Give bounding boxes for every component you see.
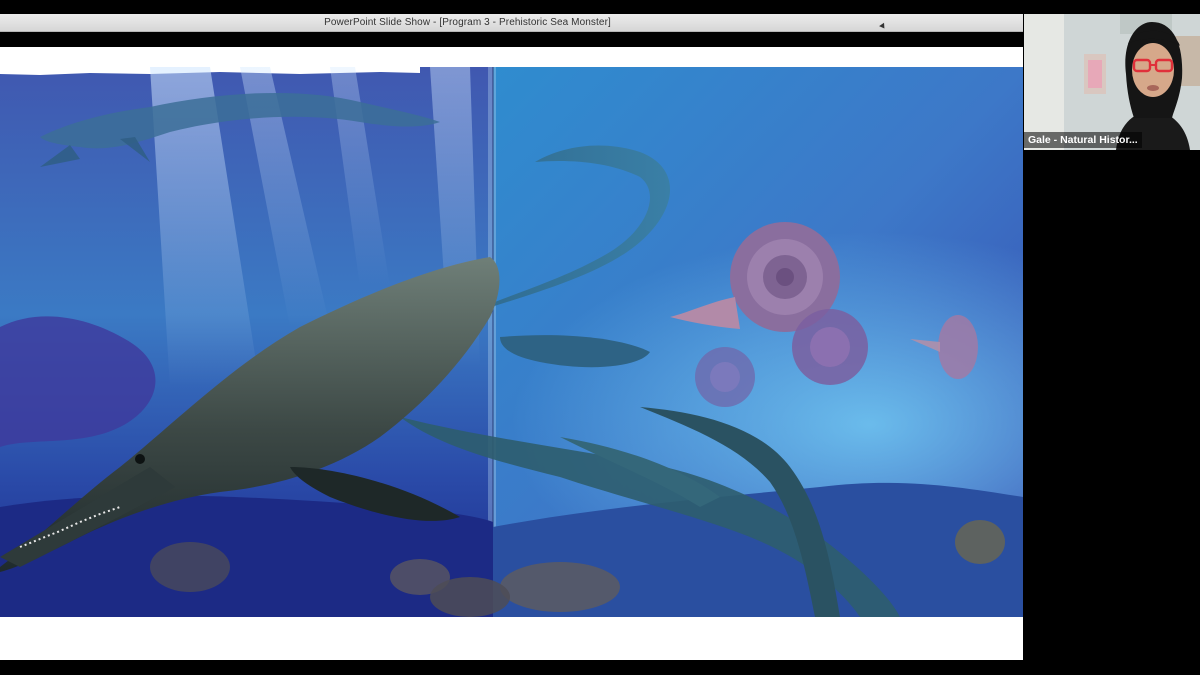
- mouse-cursor-icon: [879, 22, 887, 31]
- window-titlebar[interactable]: PowerPoint Slide Show - [Program 3 - Pre…: [0, 14, 1023, 32]
- participant-video-tile[interactable]: Gale - Natural Histor...: [1024, 14, 1200, 150]
- participant-video-feed: [1024, 14, 1200, 150]
- slide-illustration: [0, 67, 1023, 617]
- powerpoint-slideshow-window[interactable]: PowerPoint Slide Show - [Program 3 - Pre…: [0, 14, 1023, 660]
- participant-name-label: Gale - Natural Histor...: [1024, 132, 1142, 148]
- ammonite-small: [695, 347, 755, 407]
- sea-monster-illustration: [0, 67, 1023, 617]
- ammonite-medium: [792, 309, 868, 385]
- slide[interactable]: [0, 47, 1023, 660]
- window-title: PowerPoint Slide Show - [Program 3 - Pre…: [324, 17, 611, 28]
- screen: PowerPoint Slide Show - [Program 3 - Pre…: [0, 0, 1200, 675]
